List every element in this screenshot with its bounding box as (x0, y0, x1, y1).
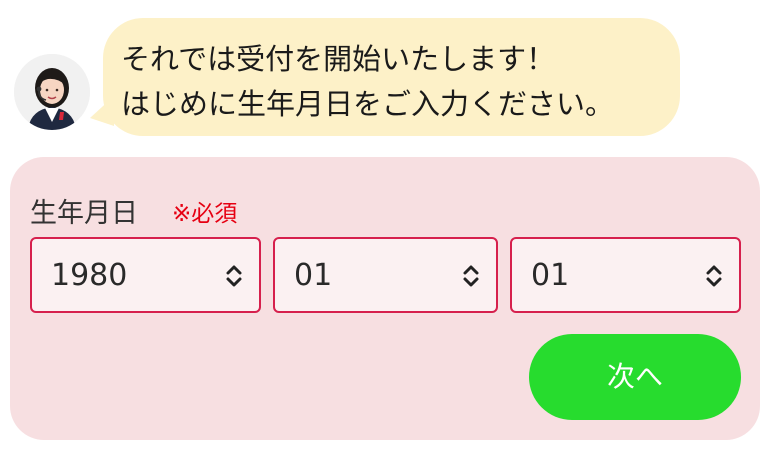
updown-chevron-icon (226, 265, 242, 287)
operator-avatar-icon (14, 54, 90, 130)
birth-day-select[interactable]: 01 (510, 237, 741, 313)
message-line-2: はじめに生年月日をご入力ください。 (121, 87, 615, 121)
updown-chevron-icon (463, 265, 479, 287)
birth-month-select[interactable]: 01 (273, 237, 498, 313)
birth-day-value: 01 (531, 258, 570, 293)
birth-year-select[interactable]: 1980 (30, 237, 261, 313)
birth-year-value: 1980 (51, 258, 128, 293)
birth-month-value: 01 (294, 258, 333, 293)
birthdate-label: 生年月日 (30, 198, 138, 229)
next-button[interactable]: 次へ (529, 334, 741, 420)
birthdate-form: 生年月日 ※必須 1980 01 01 次へ (10, 157, 760, 440)
chat-screen: それでは受付を開始いたします！ はじめに生年月日をご入力ください。 生年月日 ※… (0, 0, 780, 469)
operator-message-bubble: それでは受付を開始いたします！ はじめに生年月日をご入力ください。 (103, 18, 680, 136)
message-line-1: それでは受付を開始いたします！ (121, 42, 556, 76)
required-badge: ※必須 (172, 201, 238, 227)
updown-chevron-icon (706, 265, 722, 287)
